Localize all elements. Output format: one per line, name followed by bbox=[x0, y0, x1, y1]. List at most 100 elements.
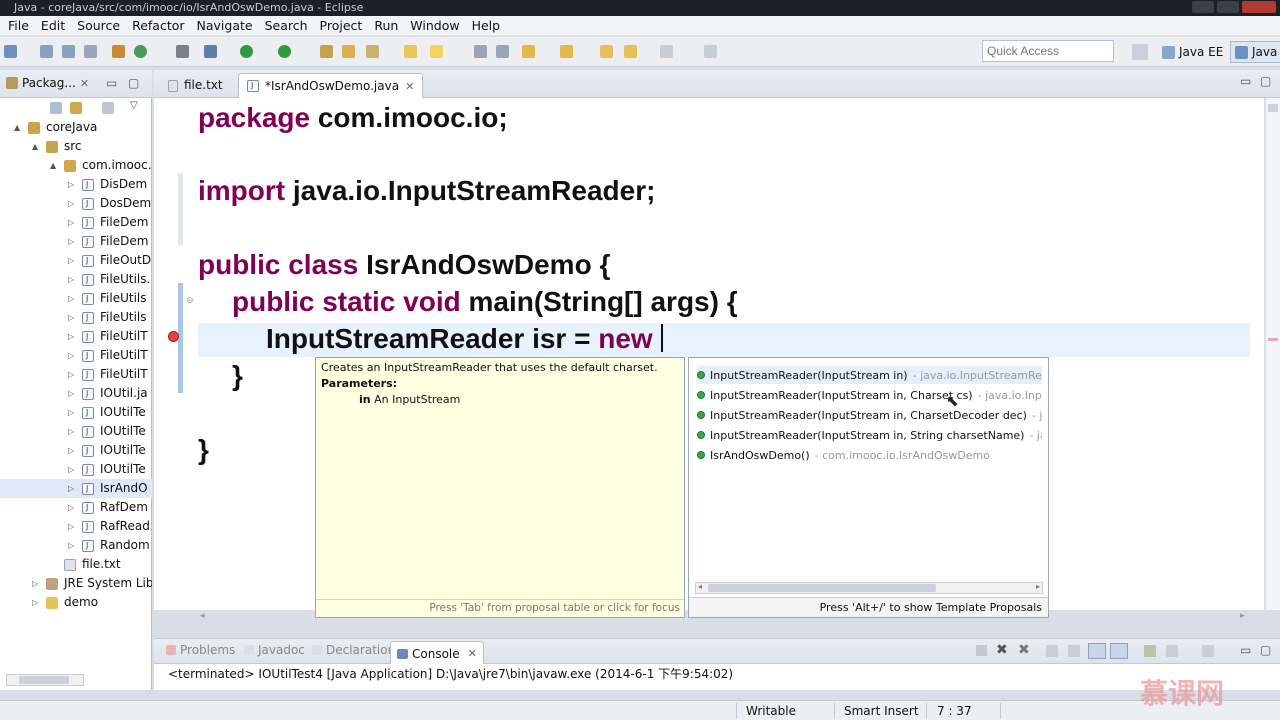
pin-editor-icon[interactable] bbox=[704, 45, 717, 58]
tree-item[interactable]: ▷ DisDem bbox=[0, 175, 152, 194]
explorer-hscrollbar[interactable] bbox=[6, 674, 84, 686]
tree-item[interactable]: ▷ DosDem bbox=[0, 194, 152, 213]
proposal-item[interactable]: InputStreamReader(InputStream in, Charse… bbox=[697, 406, 1042, 424]
menu-refactor[interactable]: Refactor bbox=[126, 17, 190, 35]
collapsed-arrow-icon[interactable]: ▷ bbox=[68, 213, 74, 232]
mark-occurrences-icon[interactable] bbox=[404, 45, 417, 58]
maximize-editor-icon[interactable]: ▢ bbox=[1260, 74, 1271, 88]
tree-item[interactable]: ▷ FileOutD bbox=[0, 251, 152, 270]
last-edit-icon[interactable] bbox=[660, 45, 673, 58]
proposals-hscrollbar[interactable]: ◂ ▸ bbox=[695, 582, 1043, 594]
terminate-icon[interactable] bbox=[976, 645, 987, 656]
collapsed-arrow-icon[interactable]: ▷ bbox=[68, 479, 74, 498]
close-window-button[interactable] bbox=[1242, 1, 1276, 13]
menu-file[interactable]: File bbox=[2, 17, 35, 35]
collapsed-arrow-icon[interactable]: ▷ bbox=[68, 498, 74, 517]
collapsed-arrow-icon[interactable]: ▷ bbox=[68, 460, 74, 479]
build-icon[interactable] bbox=[112, 45, 125, 58]
error-overview-marker[interactable] bbox=[1268, 338, 1278, 341]
fold-toggle-icon[interactable]: ⊖ bbox=[186, 296, 194, 306]
show-on-stdout-icon[interactable] bbox=[1088, 643, 1106, 659]
tree-item[interactable]: ▷ FileUtils bbox=[0, 308, 152, 327]
collapsed-arrow-icon[interactable]: ▷ bbox=[68, 365, 74, 384]
tree-item[interactable]: ▷ JRE System Lib bbox=[0, 574, 152, 593]
open-perspective-icon[interactable] bbox=[1132, 44, 1148, 60]
collapsed-arrow-icon[interactable]: ▷ bbox=[32, 574, 38, 593]
menu-window[interactable]: Window bbox=[404, 17, 465, 35]
expanded-arrow-icon[interactable]: ▲ bbox=[14, 118, 20, 137]
menu-navigate[interactable]: Navigate bbox=[191, 17, 259, 35]
remove-launch-icon[interactable]: ✖ bbox=[996, 642, 1008, 658]
open-console-icon[interactable] bbox=[1202, 645, 1214, 657]
menu-help[interactable]: Help bbox=[466, 17, 507, 35]
show-whitespace-icon[interactable] bbox=[474, 45, 487, 58]
focus-icon[interactable] bbox=[102, 102, 114, 114]
scroll-left-icon[interactable]: ◂ bbox=[698, 582, 702, 591]
tree-item[interactable]: ▷ FileUtils. bbox=[0, 270, 152, 289]
search-icon[interactable] bbox=[366, 45, 379, 58]
maximize-view-icon[interactable]: ▢ bbox=[1260, 643, 1271, 657]
expanded-arrow-icon[interactable]: ▲ bbox=[50, 156, 56, 175]
proposal-item[interactable]: InputStreamReader(InputStream in, String… bbox=[697, 426, 1042, 444]
external-tools-icon[interactable] bbox=[278, 45, 291, 58]
minimize-view-icon[interactable]: ▭ bbox=[1240, 643, 1251, 657]
proposal-item[interactable]: InputStreamReader(InputStream in, Charse… bbox=[697, 386, 1042, 404]
maximize-view-icon[interactable]: ▢ bbox=[128, 76, 139, 90]
tree-item[interactable]: ▷ IOUtilTe bbox=[0, 441, 152, 460]
back-icon[interactable] bbox=[600, 45, 613, 58]
collapsed-arrow-icon[interactable]: ▷ bbox=[68, 232, 74, 251]
scroll-left-icon[interactable]: ◂ bbox=[200, 611, 205, 621]
remove-all-launches-icon[interactable]: ✖ bbox=[1018, 642, 1030, 658]
tree-item[interactable]: ▷ Random bbox=[0, 536, 152, 555]
tree-item[interactable]: ▲ coreJava bbox=[0, 118, 152, 137]
tree-item[interactable]: ▲ com.imooc. bbox=[0, 156, 152, 175]
tab-declaration[interactable]: Declaration bbox=[312, 643, 395, 657]
forward-icon[interactable] bbox=[624, 45, 637, 58]
menu-source[interactable]: Source bbox=[71, 17, 126, 35]
close-icon[interactable]: ✕ bbox=[80, 77, 89, 90]
collapsed-arrow-icon[interactable]: ▷ bbox=[68, 194, 74, 213]
collapsed-arrow-icon[interactable]: ▷ bbox=[68, 327, 74, 346]
tab-israndoswdemo[interactable]: *IsrAndOswDemo.java ✕ bbox=[238, 73, 424, 98]
tree-item[interactable]: ▲ src bbox=[0, 137, 152, 156]
tree-item[interactable]: ▷ IOUtilTe bbox=[0, 422, 152, 441]
previous-annotation-icon[interactable] bbox=[560, 45, 573, 58]
next-annotation-icon[interactable] bbox=[522, 45, 535, 58]
tree-item[interactable]: ▷ IOUtil.ja bbox=[0, 384, 152, 403]
pin-console-icon[interactable] bbox=[1144, 645, 1156, 657]
save-all-icon[interactable] bbox=[62, 45, 75, 58]
maximize-button[interactable] bbox=[1217, 1, 1239, 13]
collapsed-arrow-icon[interactable]: ▷ bbox=[68, 441, 74, 460]
proposal-item[interactable]: IsrAndOswDemo() - com.imooc.io.IsrAndOsw… bbox=[697, 446, 1042, 464]
save-icon[interactable] bbox=[40, 45, 53, 58]
scroll-thumb[interactable] bbox=[708, 584, 936, 592]
tab-console[interactable]: Console ✕ bbox=[390, 641, 484, 665]
toggle-highlight-icon[interactable] bbox=[430, 45, 443, 58]
expanded-arrow-icon[interactable]: ▲ bbox=[32, 137, 38, 156]
tree-item[interactable]: ▷ FileUtilT bbox=[0, 327, 152, 346]
quick-access-input[interactable] bbox=[982, 40, 1114, 62]
tree-item[interactable]: ▷ FileDem bbox=[0, 232, 152, 251]
tree-item[interactable]: ▷ IOUtilTe bbox=[0, 460, 152, 479]
proposal-item[interactable]: InputStreamReader(InputStream in) - java… bbox=[697, 366, 1042, 384]
perspective-java[interactable]: Java bbox=[1230, 41, 1280, 63]
view-menu-icon[interactable]: ▽ bbox=[130, 100, 138, 111]
tab-problems[interactable]: Problems bbox=[166, 643, 235, 657]
collapsed-arrow-icon[interactable]: ▷ bbox=[68, 346, 74, 365]
tree-item[interactable]: file.txt bbox=[0, 555, 152, 574]
tab-file-txt[interactable]: file.txt bbox=[160, 73, 231, 98]
collapsed-arrow-icon[interactable]: ▷ bbox=[68, 517, 74, 536]
collapsed-arrow-icon[interactable]: ▷ bbox=[68, 251, 74, 270]
scroll-lock-icon[interactable] bbox=[1068, 645, 1080, 657]
tab-javadoc[interactable]: Javadoc bbox=[244, 643, 305, 657]
collapsed-arrow-icon[interactable]: ▷ bbox=[68, 422, 74, 441]
error-marker-icon[interactable] bbox=[168, 331, 179, 342]
block-selection-icon[interactable] bbox=[496, 45, 509, 58]
collapsed-arrow-icon[interactable]: ▷ bbox=[68, 289, 74, 308]
clear-console-icon[interactable] bbox=[1046, 645, 1058, 657]
show-on-stderr-icon[interactable] bbox=[1110, 643, 1128, 659]
collapsed-arrow-icon[interactable]: ▷ bbox=[68, 384, 74, 403]
tree-item[interactable]: ▷ IOUtilTe bbox=[0, 403, 152, 422]
menu-edit[interactable]: Edit bbox=[35, 17, 71, 35]
tree-item[interactable]: ▷ FileUtilT bbox=[0, 346, 152, 365]
